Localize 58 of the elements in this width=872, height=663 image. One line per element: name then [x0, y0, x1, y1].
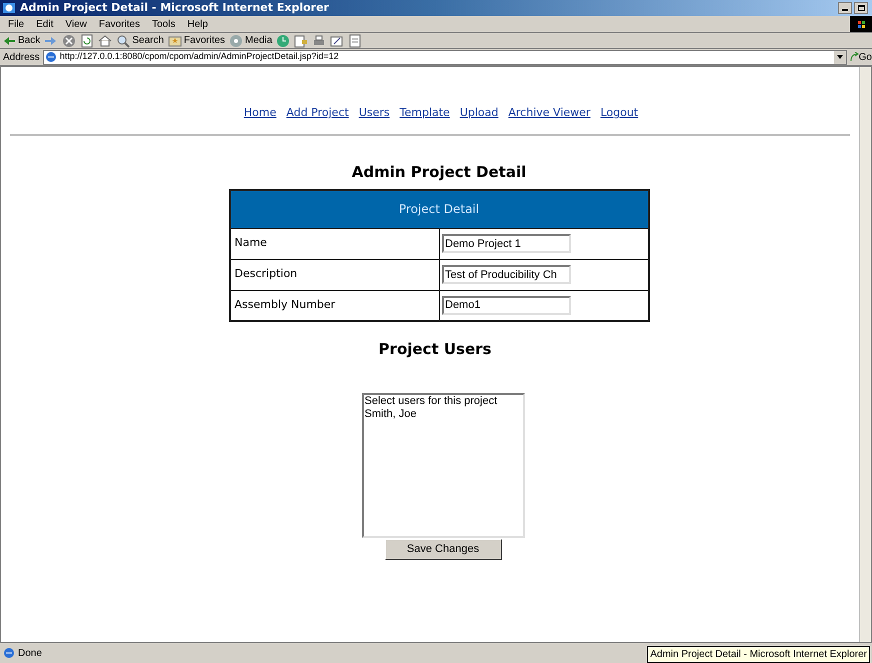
list-option[interactable]: Smith, Joe — [364, 408, 522, 420]
section-heading: Project Users — [378, 339, 492, 360]
list-option[interactable]: Select users for this project — [364, 394, 522, 408]
input-field[interactable]: Demo Project 1 — [442, 234, 571, 253]
media-button[interactable]: Media — [229, 33, 272, 48]
tooltip: Admin Project Detail - Microsoft Internet Explorer — [647, 646, 870, 663]
discuss-button[interactable] — [348, 34, 362, 48]
address-field[interactable]: http://127.0.0.1:8080/cpom/cpom/admin/AdminProjectDetail.jsp?id=12 — [42, 50, 847, 64]
browser-icon — [2, 1, 16, 15]
nav-link[interactable]: Upload — [460, 105, 498, 122]
nav-link[interactable]: Archive Viewer — [508, 105, 590, 122]
search-icon — [116, 34, 130, 48]
page-heading: Admin Project Detail — [352, 162, 526, 182]
nav-link[interactable]: Add Project — [286, 105, 349, 122]
mail-icon — [294, 34, 308, 48]
input-field[interactable]: Test of Producibility Ch — [442, 265, 571, 284]
edit-button[interactable] — [330, 34, 344, 48]
restore-button[interactable] — [854, 2, 868, 14]
window-title: Admin Project Detail - Microsoft Internet Explorer — [20, 0, 329, 16]
print-icon — [312, 34, 326, 48]
menu-item[interactable]: Tools — [146, 16, 182, 32]
home-button[interactable] — [98, 34, 112, 48]
menu-item[interactable]: Help — [181, 16, 214, 32]
search-button[interactable]: Search — [116, 33, 164, 48]
windows-logo-icon — [850, 16, 872, 32]
address-label: Address — [3, 50, 40, 64]
field-label: Name — [230, 228, 440, 259]
users-listbox[interactable]: Select users for this project Smith, Joe — [362, 392, 524, 538]
favorites-button[interactable]: Favorites — [168, 33, 226, 48]
history-icon — [276, 34, 290, 48]
nav-link[interactable]: Users — [358, 105, 390, 122]
go-arrow-icon — [850, 52, 859, 62]
edit-icon — [330, 34, 344, 48]
mail-button[interactable] — [294, 34, 308, 48]
nav-link[interactable]: Home — [244, 105, 276, 122]
media-icon — [229, 34, 244, 48]
menu-item[interactable]: Favorites — [92, 16, 146, 32]
menu-item[interactable]: View — [59, 16, 93, 32]
menu-item[interactable]: Edit — [30, 16, 60, 32]
history-button[interactable] — [276, 34, 290, 48]
menu-item[interactable]: File — [2, 16, 30, 32]
nav-link[interactable]: Template — [400, 105, 450, 122]
page-icon — [44, 51, 57, 63]
print-button[interactable] — [312, 34, 326, 48]
page-icon — [3, 647, 15, 659]
status-text: Done — [18, 646, 42, 660]
back-button[interactable]: Back — [2, 33, 40, 48]
nav-link[interactable]: Logout — [600, 105, 638, 122]
stop-button[interactable] — [62, 34, 76, 48]
save-changes-button[interactable]: Save Changes — [384, 538, 502, 560]
refresh-button[interactable] — [80, 34, 94, 48]
input-field[interactable]: Demo1 — [442, 296, 571, 315]
go-button[interactable]: Go — [850, 50, 872, 64]
minimize-button[interactable] — [838, 2, 852, 14]
field-label: Description — [230, 259, 440, 290]
refresh-icon — [80, 34, 94, 48]
home-icon — [98, 34, 112, 48]
table-header: Project Detail — [230, 190, 648, 228]
